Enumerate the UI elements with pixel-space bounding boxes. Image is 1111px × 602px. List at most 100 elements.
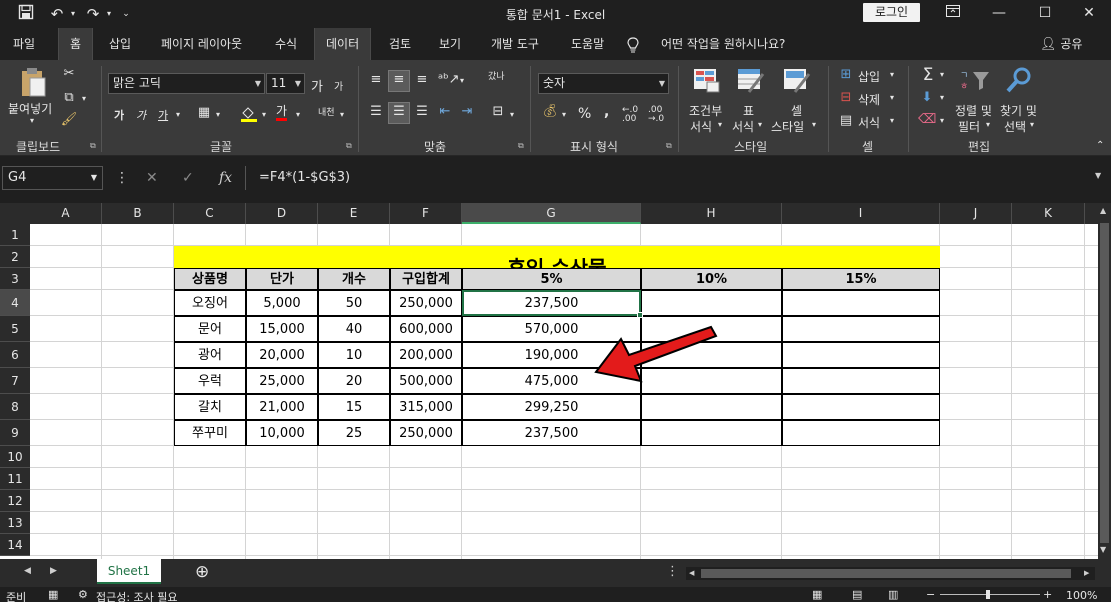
font-name-combo[interactable]: 맑은 고딕 ▼ [108,73,265,94]
tab-file[interactable]: 파일 [2,28,46,60]
format-painter-icon[interactable]: 🖌︎ [60,112,78,127]
phonetic-button[interactable]: 내천 [318,105,335,118]
name-box[interactable]: G4 ▼ [2,166,103,190]
fill-dropdown-icon[interactable]: ▾ [940,93,944,102]
cancel-icon[interactable]: ✕ [146,170,158,186]
paste-button[interactable]: 붙여넣기 [8,100,52,117]
increase-indent-icon[interactable]: ⇥ [458,104,476,119]
font-size-combo[interactable]: 11 ▼ [266,73,305,94]
close-icon[interactable]: ✕ [1066,2,1111,24]
merge-center-icon[interactable]: ⊟ [490,104,506,119]
percent-button[interactable]: % [578,106,591,122]
clear-dropdown-icon[interactable]: ▾ [940,116,944,125]
insert-dropdown-icon[interactable]: ▾ [890,70,894,79]
tab-developer[interactable]: 개발 도구 [480,28,550,60]
enter-icon[interactable]: ✓ [182,170,194,186]
clear-icon[interactable]: ⌫ [918,112,936,127]
number-format-combo[interactable]: 숫자 ▼ [538,73,669,94]
scroll-up-icon[interactable]: ▲ [1100,206,1106,215]
next-sheet-icon[interactable]: ▶ [50,566,57,576]
collapse-ribbon-icon[interactable]: ⌃ [1096,140,1104,151]
cell-styles-icon[interactable] [782,68,812,98]
grow-font-button[interactable]: 가 [311,76,323,95]
paste-icon[interactable] [18,66,48,98]
accessibility-status[interactable]: 접근성: 조사 필요 [96,589,178,602]
comma-button[interactable]: , [604,104,609,120]
find-select-label-2[interactable]: 선택 [1004,118,1026,135]
prev-sheet-icon[interactable]: ◀ [24,566,31,576]
wrap-text-button[interactable]: 갔나 [488,72,505,82]
tab-home[interactable]: 홈 [58,28,94,60]
vertical-scrollbar[interactable]: ▲ ▼ [1098,203,1111,559]
zoom-level[interactable]: 100% [1066,589,1097,602]
underline-button[interactable]: 가 [158,107,168,123]
accounting-format-icon[interactable]: 💰︎ [540,104,560,119]
align-left-icon[interactable]: ☰ [368,104,384,119]
phonetic-dropdown-icon[interactable]: ▾ [340,110,344,119]
zoom-out-icon[interactable]: − [926,588,935,601]
align-top-icon[interactable]: ≡ [368,72,384,87]
vertical-scroll-thumb[interactable] [1100,223,1109,543]
cell-styles-dropdown-icon[interactable]: ▾ [812,120,816,129]
conditional-dropdown-icon[interactable]: ▾ [718,120,722,129]
cut-icon[interactable]: ✂ [60,66,78,81]
fill-icon[interactable]: ⬇ [918,90,936,105]
fill-color-icon[interactable] [240,104,258,126]
format-as-table-icon[interactable] [736,68,766,98]
horizontal-scroll-thumb[interactable] [701,569,1071,578]
tell-me-search[interactable]: 어떤 작업을 원하시나요? [650,28,796,60]
page-break-view-icon[interactable]: ▥ [888,588,898,601]
more-icon[interactable]: ⋮ [115,170,129,186]
normal-view-icon[interactable]: ▦ [812,588,822,601]
tab-page-layout[interactable]: 페이지 레이아웃 [150,28,253,60]
clipboard-launcher-icon[interactable]: ⧉ [90,141,96,151]
autosum-icon[interactable]: Σ [918,65,938,85]
macro-record-icon[interactable]: ▦ [48,588,58,601]
italic-button[interactable]: 가 [136,107,146,123]
border-icon[interactable]: ▦ [196,105,212,120]
font-color-dropdown-icon[interactable]: ▾ [296,110,300,119]
insert-function-icon[interactable]: fx [219,170,232,186]
maximize-icon[interactable]: ☐ [1022,2,1068,24]
formula-input[interactable]: =F4*(1-$G$3) [245,166,1110,190]
find-dropdown-icon[interactable]: ▾ [1030,120,1034,129]
underline-dropdown-icon[interactable]: ▾ [176,110,180,119]
add-sheet-icon[interactable]: ⊕ [195,562,209,582]
zoom-in-icon[interactable]: + [1043,588,1052,601]
scroll-down-icon[interactable]: ▼ [1100,545,1106,554]
orientation-icon[interactable]: ᵃᵇ↗ [438,72,460,87]
fill-dropdown-icon[interactable]: ▾ [262,110,266,119]
delete-cells-button[interactable]: 삭제 [858,91,880,108]
expand-formula-icon[interactable]: ▼ [1095,171,1101,180]
scroll-right-icon[interactable]: ▶ [1084,569,1089,577]
minimize-icon[interactable]: — [976,2,1022,24]
worksheet-grid[interactable]: ABCDEFGHIJK 1234567891011121314 휴잉 수산물상품… [0,203,1098,559]
sort-filter-icon[interactable]: ㄱㅎ [958,68,992,96]
delete-dropdown-icon[interactable]: ▾ [890,93,894,102]
format-as-table-label-2[interactable]: 서식 [732,118,754,135]
copy-dropdown-icon[interactable]: ▾ [82,94,86,103]
tab-view[interactable]: 보기 [428,28,472,60]
zoom-slider-thumb[interactable] [986,590,990,599]
border-dropdown-icon[interactable]: ▾ [216,110,220,119]
insert-cells-icon[interactable]: ⊞ [838,67,854,82]
paste-dropdown-icon[interactable]: ▾ [30,116,34,125]
tab-insert[interactable]: 삽입 [98,28,142,60]
format-as-table-label[interactable]: 표 [743,102,754,119]
number-launcher-icon[interactable]: ⧉ [666,141,672,151]
increase-decimal-icon[interactable]: ←.0.00 [622,106,638,124]
bold-button[interactable]: 가 [114,107,124,123]
decrease-indent-icon[interactable]: ⇤ [436,104,454,119]
shrink-font-button[interactable]: 가 [334,78,343,93]
cell-styles-label-2[interactable]: 스타일 [771,118,804,135]
accounting-dropdown-icon[interactable]: ▾ [562,110,566,119]
sheet-tab-sheet1[interactable]: Sheet1 [97,559,161,584]
copy-icon[interactable]: ⧉ [60,90,78,105]
find-select-label[interactable]: 찾기 및 [1000,102,1037,119]
login-button[interactable]: 로그인 [863,3,920,22]
align-bottom-icon[interactable]: ≡ [414,72,430,87]
font-color-button[interactable]: 가 [276,104,288,121]
conditional-formatting-label-2[interactable]: 서식 [690,118,712,135]
orientation-dropdown-icon[interactable]: ▾ [460,76,464,85]
tab-formulas[interactable]: 수식 [264,28,308,60]
